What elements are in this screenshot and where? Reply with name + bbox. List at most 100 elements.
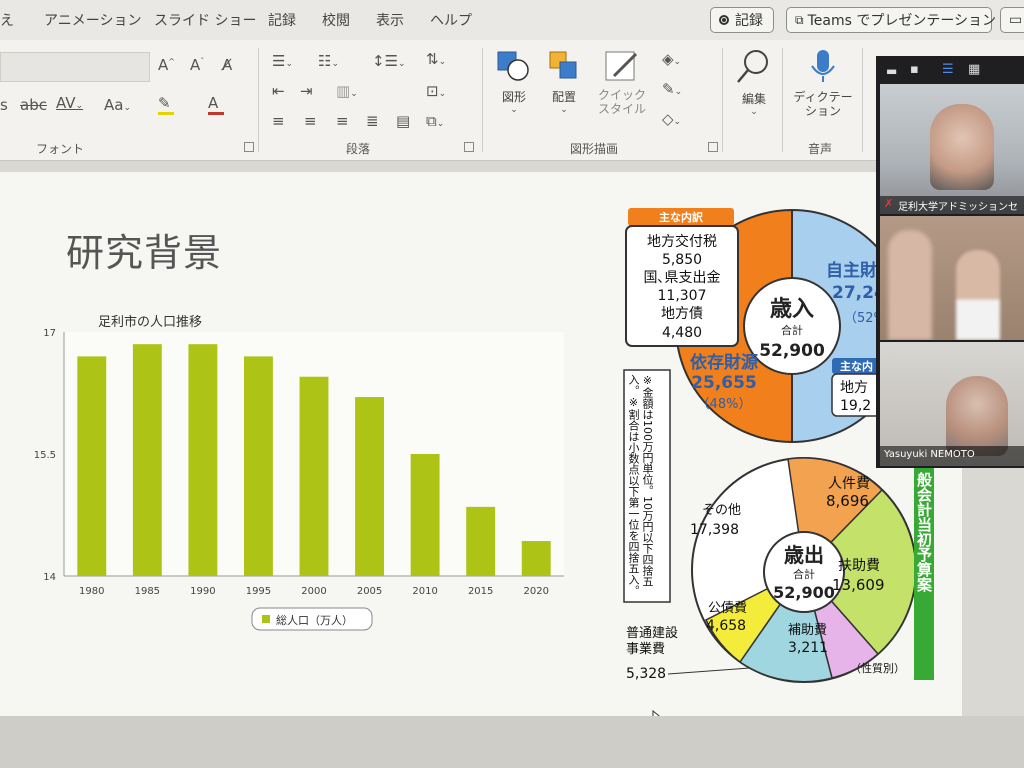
exp-value: 3,211 — [788, 640, 828, 656]
breakdown-item: 国､県支出金 — [644, 270, 721, 286]
exp-value: 8,696 — [826, 492, 869, 510]
record-button-label: 記録 — [735, 13, 763, 29]
muted-mic-icon: ✗ — [884, 197, 894, 210]
paragraph-dialog-launcher[interactable] — [464, 142, 474, 152]
chart-bar[interactable] — [410, 454, 440, 576]
shrink-font-icon[interactable]: Aˇ — [190, 56, 204, 74]
chart-bar[interactable] — [521, 541, 551, 576]
video-tile[interactable] — [880, 216, 1024, 340]
chart-bar[interactable] — [299, 376, 329, 576]
slide-title[interactable]: 研究背景 — [66, 222, 222, 277]
chart-bar[interactable] — [77, 356, 107, 576]
strikethrough-icon[interactable]: abc — [20, 96, 47, 114]
construction-value: 5,328 — [626, 666, 666, 682]
menu-item-partial[interactable]: え — [0, 10, 14, 30]
font-dialog-launcher[interactable] — [244, 142, 254, 152]
numbering-icon[interactable]: ☷⌄ — [318, 52, 339, 70]
menu-item-animation[interactable]: アニメーション — [44, 10, 141, 30]
smartart-icon[interactable]: ⧉⌄ — [426, 112, 444, 130]
justify-icon[interactable]: ≣ — [366, 112, 379, 130]
exp-value: 13,609 — [832, 576, 885, 594]
gallery-view-icon[interactable]: ▦ — [968, 62, 980, 77]
align-center-icon[interactable]: ≡ — [304, 112, 317, 130]
menu-item-help[interactable]: ヘルプ — [430, 10, 472, 30]
chart-bar[interactable] — [132, 344, 162, 576]
record-button[interactable]: 記録 — [710, 7, 774, 33]
increase-indent-icon[interactable]: ⇥ — [300, 82, 313, 100]
y-tick-label: 17 — [43, 328, 56, 339]
clear-format-icon[interactable]: A̸ — [222, 56, 232, 74]
menu-item-view[interactable]: 表示 — [376, 10, 404, 30]
speaker-view-icon[interactable]: ☰ — [942, 62, 954, 77]
highlight-icon[interactable]: ✎ — [158, 94, 174, 115]
abc-label: abc — [20, 96, 47, 114]
menu-item-review[interactable]: 校閲 — [322, 10, 350, 30]
blue-item: 地方 — [840, 380, 868, 396]
align-right-icon[interactable]: ≡ — [336, 112, 349, 130]
chart-bar[interactable] — [466, 506, 496, 576]
breakdown-item: 11,307 — [658, 288, 707, 304]
arrange-button[interactable]: 配置 ⌄ — [544, 48, 584, 115]
char-spacing-icon[interactable]: AV⌄ — [56, 94, 83, 112]
text-direction-icon[interactable]: ⇅⌄ — [426, 50, 446, 68]
teams-present-label: Teams でプレゼンテーション — [807, 13, 997, 29]
video-tile[interactable]: Yasuyuki NEMOTO — [880, 342, 1024, 466]
chart-bar[interactable] — [244, 356, 273, 576]
align-left-icon[interactable]: ≡ — [272, 112, 285, 130]
distributed-icon[interactable]: ▤ — [396, 112, 410, 130]
line-spacing-icon[interactable]: ↕☰⌄ — [372, 52, 406, 70]
teams-present-button[interactable]: ⧉ Teams でプレゼンテーション — [786, 7, 996, 33]
participant-name: 足利大学アドミッションセ — [898, 202, 1018, 213]
shape-effects-icon[interactable]: ◇⌄ — [662, 110, 681, 128]
bullets-icon[interactable]: ☰⌄ — [272, 52, 293, 70]
participant-video — [888, 230, 932, 340]
side-title: 般会計当初予算案 — [915, 472, 933, 592]
menu-item-slideshow[interactable]: スライド ショー — [154, 10, 256, 30]
paragraph-group-label: 段落 — [346, 142, 371, 156]
quick-style-button[interactable]: クイック スタイル — [594, 48, 650, 128]
dictate-button[interactable]: ディクテー ション — [790, 46, 856, 130]
population-chart[interactable]: 足利市の人口推移 1980 1985 1990 1995 2000 2005 2010 201… — [20, 308, 580, 638]
dependent-value: 25,655 — [691, 373, 757, 393]
chart-bar[interactable] — [355, 397, 384, 576]
voice-group-label: 音声 — [808, 142, 833, 156]
chart-title: 足利市の人口推移 — [98, 314, 202, 330]
font-color-icon[interactable]: A — [208, 94, 224, 115]
x-tick-label: 2015 — [468, 586, 493, 597]
edit-label: 編集 — [741, 92, 766, 106]
columns-icon[interactable]: ▥⌄ — [336, 82, 358, 100]
drawing-dialog-launcher[interactable] — [708, 142, 718, 152]
video-tile[interactable]: ✗ 足利大学アドミッションセ — [880, 84, 1024, 214]
decrease-indent-icon[interactable]: ⇤ — [272, 82, 285, 100]
x-tick-label: 2010 — [412, 586, 437, 597]
shape-fill-icon[interactable]: ◈⌄ — [662, 50, 681, 68]
teams-icon: ⧉ — [795, 12, 804, 27]
legend-swatch — [262, 615, 270, 623]
arrange-label: 配置 — [551, 90, 576, 104]
edit-button[interactable]: 編集 ⌄ — [730, 46, 778, 126]
chart-bar[interactable] — [188, 344, 218, 576]
menu-item-record[interactable]: 記録 — [268, 10, 296, 30]
window-icon[interactable]: ▪ — [910, 62, 919, 77]
revenue-center-sub: 合計 — [781, 323, 803, 337]
search-icon — [737, 50, 768, 83]
breakdown-item: 地方交付税 — [647, 233, 717, 250]
own-label: 自主財 — [826, 260, 877, 281]
participant-name: Yasuyuki NEMOTO — [884, 449, 975, 460]
shapes-icon — [497, 51, 529, 81]
comments-button[interactable]: ▭ — [1000, 7, 1024, 33]
exp-value: 4,658 — [706, 618, 746, 634]
legend-label: 総人口（万人） — [276, 613, 353, 627]
align-text-icon[interactable]: ⊡⌄ — [426, 82, 446, 100]
shapes-button[interactable]: 図形 ⌄ — [494, 48, 534, 115]
strike-icon[interactable]: s — [0, 96, 8, 114]
change-case-icon[interactable]: Aa⌄ — [104, 96, 131, 114]
x-tick-label: 2005 — [357, 586, 382, 597]
ribbon-separator — [722, 48, 723, 152]
shape-outline-icon[interactable]: ✎⌄ — [662, 80, 682, 98]
grow-font-icon[interactable]: A^ — [158, 56, 175, 74]
shapes-label: 図形 — [501, 90, 526, 104]
quick-style-label: クイック スタイル — [597, 88, 646, 116]
font-size-dropdown[interactable] — [0, 52, 150, 82]
minimize-icon[interactable]: ▬ — [886, 64, 897, 78]
